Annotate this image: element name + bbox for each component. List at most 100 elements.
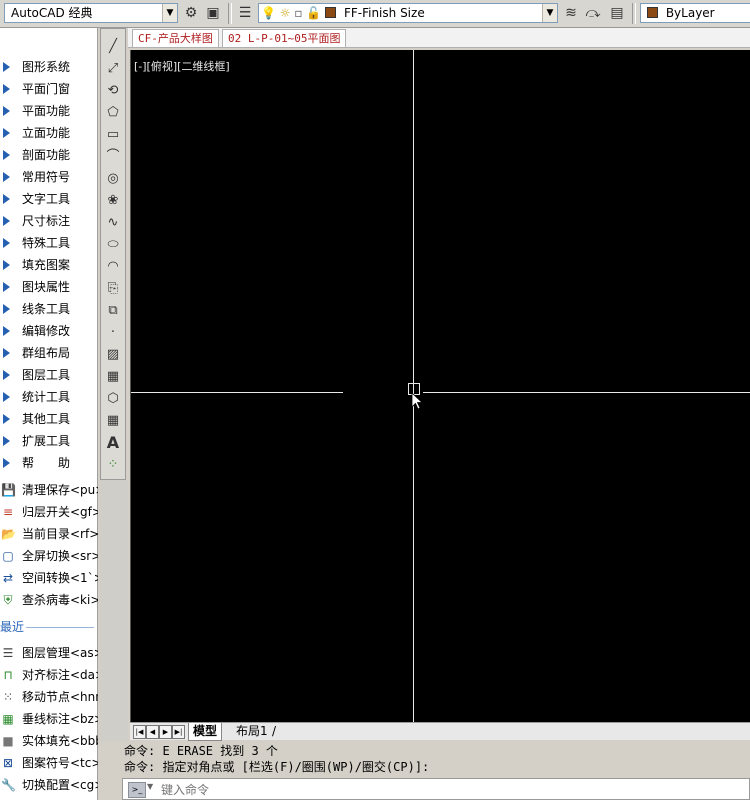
gradient-icon[interactable]: ▦: [103, 367, 123, 387]
layer-dropdown[interactable]: 💡 ☼ ▫ 🔓 FF-Finish Size ▼: [258, 3, 558, 23]
palette-group-label: 平面门窗: [22, 82, 71, 96]
layer-previous-icon[interactable]: ⤼: [584, 4, 602, 22]
file-tab-1[interactable]: CF-产品大样图: [132, 29, 219, 47]
palette-group-label: 文字工具: [22, 192, 71, 206]
cursor-arrow-icon: [411, 392, 424, 410]
multiline-text-icon[interactable]: A: [103, 433, 123, 453]
palette-group-item[interactable]: 图形系统: [0, 56, 98, 78]
file-tab-bar: CF-产品大样图 02 L-P-01~05平面图: [128, 28, 750, 48]
palette-group-item[interactable]: 立面功能: [0, 122, 98, 144]
layer-state-icon[interactable]: ▤: [608, 4, 626, 22]
palette-command-label: 当前目录<rf>: [22, 527, 98, 541]
palette-command-item[interactable]: ⇄ 空间转换<1`>: [0, 567, 98, 589]
rectangle-icon[interactable]: ▭: [103, 125, 123, 145]
command-input[interactable]: [159, 781, 733, 799]
first-tab-icon[interactable]: |◀: [133, 725, 146, 739]
palette-group-item[interactable]: 平面功能: [0, 100, 98, 122]
tab-layout1[interactable]: 布局1: [232, 723, 272, 740]
color-dropdown[interactable]: ByLayer: [640, 3, 750, 23]
palette-command-item[interactable]: ■ 实体填充<bbb: [0, 730, 98, 752]
make-current-layer-icon[interactable]: ≋: [562, 4, 580, 22]
palette-group-item[interactable]: 图块属性: [0, 276, 98, 298]
palette-command-item[interactable]: 💾 清理保存<pu>: [0, 479, 98, 501]
ellipse-icon[interactable]: ⬭: [103, 235, 123, 255]
gear-icon[interactable]: ⚙: [182, 4, 200, 22]
palette-group-item[interactable]: 填充图案: [0, 254, 98, 276]
layer-manager-icon: ☰: [2, 646, 14, 660]
workspace-value: AutoCAD 经典: [11, 6, 93, 20]
palette-group-item[interactable]: 常用符号: [0, 166, 98, 188]
palette-group-item[interactable]: 文字工具: [0, 188, 98, 210]
fullscreen-icon: ▢: [2, 549, 14, 563]
line-icon[interactable]: ╱: [103, 37, 123, 57]
palette-command-item[interactable]: ⊠ 图案符号<tc>: [0, 752, 98, 774]
palette-command-label: 图层管理<as>: [22, 646, 98, 660]
command-customize-icon[interactable]: >_: [128, 782, 146, 798]
arc-icon[interactable]: ⌒: [103, 147, 123, 167]
workspace-settings-icon[interactable]: ▣: [204, 4, 222, 22]
palette-command-label: 空间转换<1`>: [22, 571, 98, 585]
toolbar-separator: [228, 3, 232, 24]
recent-divider: [26, 627, 94, 628]
polyline-icon[interactable]: ⟲: [103, 81, 123, 101]
palette-group-item[interactable]: 编辑修改: [0, 320, 98, 342]
palette-command-item[interactable]: 📂 当前目录<rf>: [0, 523, 98, 545]
move-node-icon: ⁙: [2, 690, 14, 704]
perpendicular-icon: ▦: [2, 712, 14, 726]
palette-group-item[interactable]: 特殊工具: [0, 232, 98, 254]
next-tab-icon[interactable]: ▶: [159, 725, 172, 739]
palette-group-item[interactable]: 帮 助: [0, 452, 98, 474]
ellipse-arc-icon[interactable]: ◠: [103, 257, 123, 277]
unlock-icon[interactable]: 🔓: [306, 6, 321, 20]
add-selected-icon[interactable]: ⁘: [103, 455, 123, 475]
polygon-icon[interactable]: ⬠: [103, 103, 123, 123]
palette-group-item[interactable]: 其他工具: [0, 408, 98, 430]
palette-group-item[interactable]: 剖面功能: [0, 144, 98, 166]
palette-group-label: 群组布局: [22, 346, 71, 360]
file-tab-label: 02 L-P-01~05平面图: [228, 32, 341, 45]
expand-arrow-icon: [3, 150, 10, 160]
pattern-icon: ⊠: [2, 756, 14, 770]
insert-block-icon[interactable]: ⎘: [103, 279, 123, 299]
circle-icon[interactable]: ◎: [103, 169, 123, 189]
palette-command-item[interactable]: 🔧 切换配置<cg>: [0, 774, 98, 796]
construction-line-icon[interactable]: ⤢: [103, 59, 123, 79]
palette-group-label: 线条工具: [22, 302, 71, 316]
palette-command-item[interactable]: ⊓ 对齐标注<da>: [0, 664, 98, 686]
palette-command-item[interactable]: ▦ 垂线标注<bz>: [0, 708, 98, 730]
revision-cloud-icon[interactable]: ❀: [103, 191, 123, 211]
hatch-icon[interactable]: ▨: [103, 345, 123, 365]
workspace-dropdown[interactable]: AutoCAD 经典 ▼: [4, 3, 178, 23]
palette-group-item[interactable]: 图层工具: [0, 364, 98, 386]
freeze-icon[interactable]: ▫: [294, 6, 302, 20]
region-icon[interactable]: ⬡: [103, 389, 123, 409]
palette-command-item[interactable]: ⛨ 查杀病毒<ki>: [0, 589, 98, 611]
chevron-down-icon[interactable]: ▼: [147, 782, 153, 791]
palette-group-item[interactable]: 尺寸标注: [0, 210, 98, 232]
palette-command-item[interactable]: ⁙ 移动节点<hnn: [0, 686, 98, 708]
layer-properties-icon[interactable]: ☰: [236, 4, 254, 22]
save-icon: 💾: [1, 483, 16, 497]
tab-model[interactable]: 模型: [188, 723, 223, 741]
prev-tab-icon[interactable]: ◀: [146, 725, 159, 739]
palette-group-item[interactable]: 统计工具: [0, 386, 98, 408]
palette-group-item[interactable]: 线条工具: [0, 298, 98, 320]
palette-command-item[interactable]: ≡ 归层开关<gf>: [0, 501, 98, 523]
viewport-controls[interactable]: [-][俯视][二维线框]: [134, 58, 230, 74]
point-icon[interactable]: ·: [103, 323, 123, 343]
lightbulb-icon[interactable]: 💡: [261, 6, 276, 20]
palette-group-item[interactable]: 平面门窗: [0, 78, 98, 100]
last-tab-icon[interactable]: ▶|: [172, 725, 185, 739]
palette-command-label: 归层开关<gf>: [22, 505, 98, 519]
palette-group-item[interactable]: 群组布局: [0, 342, 98, 364]
palette-group-item[interactable]: 扩展工具: [0, 430, 98, 452]
make-block-icon[interactable]: ⧉: [103, 301, 123, 321]
table-icon[interactable]: ▦: [103, 411, 123, 431]
palette-command-item[interactable]: ☰ 图层管理<as>: [0, 642, 98, 664]
sun-icon[interactable]: ☼: [280, 6, 291, 20]
file-tab-2[interactable]: 02 L-P-01~05平面图: [222, 29, 347, 47]
spline-icon[interactable]: ∿: [103, 213, 123, 233]
expand-arrow-icon: [3, 348, 10, 358]
palette-command-item[interactable]: ▢ 全屏切换<sr>: [0, 545, 98, 567]
drawing-canvas[interactable]: [-][俯视][二维线框]: [130, 50, 750, 722]
